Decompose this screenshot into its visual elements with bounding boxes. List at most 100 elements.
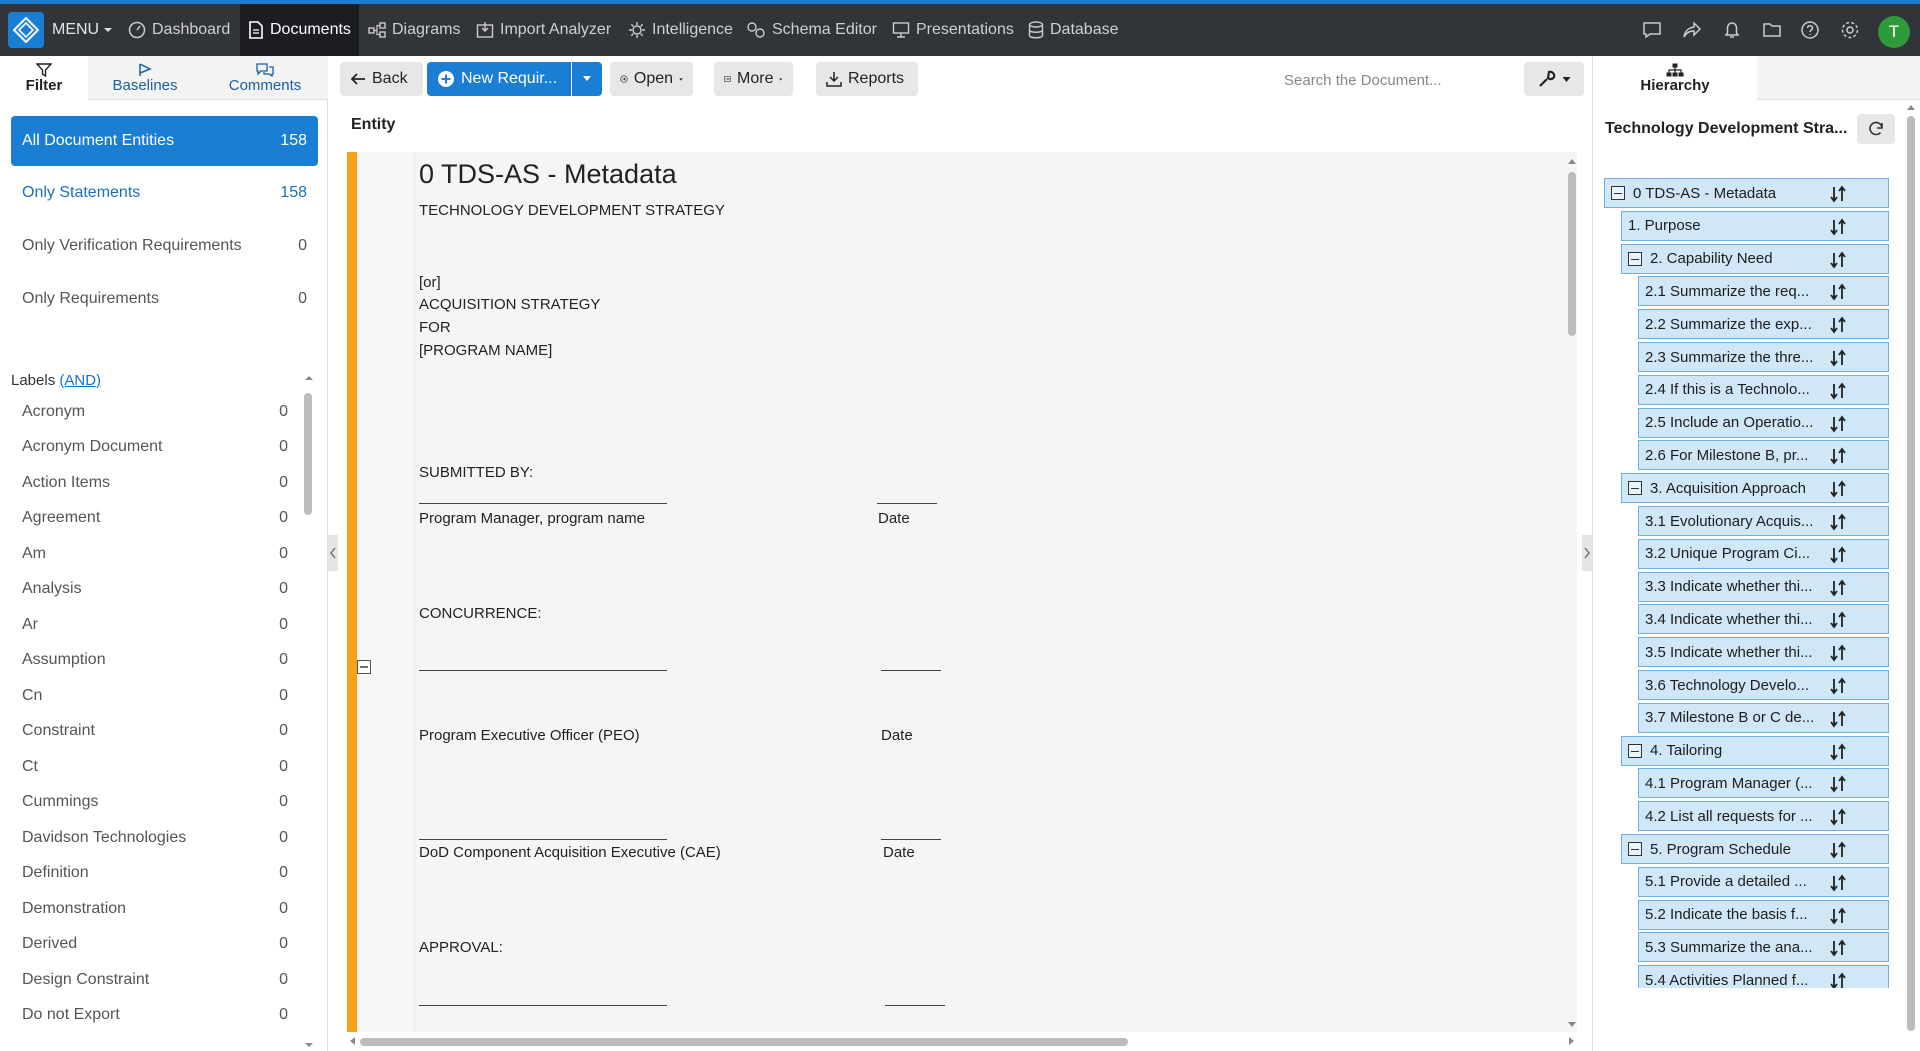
new-requirement-dropdown[interactable] xyxy=(572,62,602,96)
reorder-arrows-icon[interactable] xyxy=(1829,710,1847,728)
refresh-hierarchy-button[interactable] xyxy=(1857,114,1895,144)
label-filter-item[interactable]: Acronym 0 xyxy=(11,394,299,430)
hierarchy-node[interactable]: 2.2 Summarize the exp... xyxy=(1638,309,1889,340)
label-filter-item[interactable]: Acronym Document 0 xyxy=(11,430,299,466)
reorder-arrows-icon[interactable] xyxy=(1829,316,1847,334)
reorder-arrows-icon[interactable] xyxy=(1829,447,1847,465)
chat-icon[interactable] xyxy=(1642,20,1662,40)
reorder-arrows-icon[interactable] xyxy=(1829,972,1847,988)
filter-only-requirements[interactable]: Only Requirements 0 xyxy=(11,279,318,319)
reorder-arrows-icon[interactable] xyxy=(1829,415,1847,433)
nav-diagrams[interactable]: Diagrams xyxy=(360,4,468,56)
hierarchy-node[interactable]: 3.2 Unique Program Ci... xyxy=(1638,538,1889,569)
label-filter-item[interactable]: Definition 0 xyxy=(11,856,299,892)
collapse-entity-toggle[interactable] xyxy=(357,660,371,674)
hierarchy-node[interactable]: 2.5 Include an Operatio... xyxy=(1638,407,1889,438)
reorder-arrows-icon[interactable] xyxy=(1829,743,1847,761)
reorder-arrows-icon[interactable] xyxy=(1829,644,1847,662)
label-filter-item[interactable]: Derived 0 xyxy=(11,927,299,963)
nav-import-analyzer[interactable]: Import Analyzer xyxy=(468,4,619,56)
hierarchy-node[interactable]: 3. Acquisition Approach xyxy=(1621,473,1889,504)
folder-icon[interactable] xyxy=(1762,20,1782,40)
label-filter-item[interactable]: Action Items 0 xyxy=(11,465,299,501)
collapse-node-toggle[interactable] xyxy=(1628,743,1642,758)
open-button[interactable]: Open xyxy=(610,62,693,96)
hierarchy-node[interactable]: 2.4 If this is a Technolo... xyxy=(1638,374,1889,405)
hierarchy-node[interactable]: 3.6 Technology Develo... xyxy=(1638,670,1889,700)
label-filter-item[interactable]: Cn 0 xyxy=(11,678,299,714)
hierarchy-node[interactable]: 5.2 Indicate the basis f... xyxy=(1638,899,1889,930)
labels-scroll-thumb[interactable] xyxy=(304,393,312,515)
filter-only-statements[interactable]: Only Statements 158 xyxy=(11,173,318,213)
reorder-arrows-icon[interactable] xyxy=(1829,841,1847,859)
reorder-arrows-icon[interactable] xyxy=(1829,283,1847,301)
hierarchy-node[interactable]: 3.3 Indicate whether thi... xyxy=(1638,571,1889,602)
label-filter-item[interactable]: Agreement 0 xyxy=(11,501,299,537)
tab-filter[interactable]: Filter xyxy=(0,56,88,100)
reorder-arrows-icon[interactable] xyxy=(1829,775,1847,793)
filter-only-verification-requirements[interactable]: Only Verification Requirements 0 xyxy=(11,226,318,266)
label-filter-item[interactable]: Assumption 0 xyxy=(11,643,299,679)
label-filter-item[interactable]: Ct 0 xyxy=(11,749,299,785)
reorder-arrows-icon[interactable] xyxy=(1829,513,1847,531)
share-icon[interactable] xyxy=(1682,20,1702,40)
hierarchy-node[interactable]: 2.1 Summarize the req... xyxy=(1638,276,1889,307)
document-horizontal-scroll-thumb[interactable] xyxy=(360,1038,1128,1046)
bell-icon[interactable] xyxy=(1722,20,1742,40)
entity-title[interactable]: 0 TDS-AS - Metadata xyxy=(419,159,677,190)
label-filter-item[interactable]: Constraint 0 xyxy=(11,714,299,750)
collapse-right-panel-handle[interactable] xyxy=(1582,535,1592,571)
reorder-arrows-icon[interactable] xyxy=(1829,677,1847,695)
back-button[interactable]: Back xyxy=(340,62,423,96)
nav-schema-editor[interactable]: Schema Editor xyxy=(738,4,885,56)
new-requirement-button[interactable]: New Requir... xyxy=(427,62,571,96)
nav-dashboard[interactable]: Dashboard xyxy=(120,4,238,56)
hierarchy-node[interactable]: 4. Tailoring xyxy=(1621,735,1889,766)
hierarchy-node[interactable]: 4.2 List all requests for ... xyxy=(1638,801,1889,832)
filter-all-document-entities[interactable]: All Document Entities 158 xyxy=(11,116,318,166)
label-filter-item[interactable]: Cummings 0 xyxy=(11,785,299,821)
labels-mode-toggle[interactable]: (AND) xyxy=(59,372,101,389)
reorder-arrows-icon[interactable] xyxy=(1829,907,1847,925)
label-filter-item[interactable]: Analysis 0 xyxy=(11,572,299,608)
hierarchy-node[interactable]: 2. Capability Need xyxy=(1621,243,1889,274)
reorder-arrows-icon[interactable] xyxy=(1829,546,1847,564)
label-filter-item[interactable]: Design Constraint 0 xyxy=(11,962,299,998)
reorder-arrows-icon[interactable] xyxy=(1829,480,1847,498)
app-logo[interactable] xyxy=(8,12,44,48)
tab-comments[interactable]: Comments xyxy=(210,56,320,100)
reorder-arrows-icon[interactable] xyxy=(1829,939,1847,957)
nav-documents[interactable]: Documents xyxy=(240,4,359,56)
help-icon[interactable] xyxy=(1800,20,1820,40)
hierarchy-node[interactable]: 3.5 Indicate whether thi... xyxy=(1638,637,1889,668)
hierarchy-scroll-thumb[interactable] xyxy=(1907,116,1915,1031)
label-filter-item[interactable]: Demonstration 0 xyxy=(11,891,299,927)
collapse-node-toggle[interactable] xyxy=(1628,842,1642,856)
label-filter-item[interactable]: Am 0 xyxy=(11,536,299,572)
document-vertical-scroll-thumb[interactable] xyxy=(1568,172,1576,336)
reorder-arrows-icon[interactable] xyxy=(1829,874,1847,892)
hierarchy-node[interactable]: 5.1 Provide a detailed ... xyxy=(1638,866,1889,897)
tools-button[interactable] xyxy=(1524,62,1584,96)
tab-baselines[interactable]: Baselines xyxy=(88,56,202,100)
hierarchy-node[interactable]: 2.3 Summarize the thre... xyxy=(1638,342,1889,372)
hierarchy-node[interactable]: 5.4 Activities Planned f... xyxy=(1638,965,1889,988)
collapse-node-toggle[interactable] xyxy=(1628,251,1642,266)
hierarchy-node[interactable]: 3.4 Indicate whether thi... xyxy=(1638,604,1889,635)
nav-database[interactable]: Database xyxy=(1020,4,1127,56)
reorder-arrows-icon[interactable] xyxy=(1829,218,1847,236)
user-avatar[interactable]: T xyxy=(1878,16,1910,48)
tab-hierarchy[interactable]: Hierarchy xyxy=(1593,56,1757,100)
more-button[interactable]: More xyxy=(714,62,793,96)
label-filter-item[interactable]: Do not Export 0 xyxy=(11,998,299,1034)
collapse-left-panel-handle[interactable] xyxy=(328,535,338,571)
label-filter-item[interactable]: Ar 0 xyxy=(11,607,299,643)
hierarchy-node[interactable]: 1. Purpose xyxy=(1621,210,1889,241)
reorder-arrows-icon[interactable] xyxy=(1829,251,1847,269)
nav-presentations[interactable]: Presentations xyxy=(884,4,1022,56)
hierarchy-node[interactable]: 5. Program Schedule xyxy=(1621,834,1889,864)
hierarchy-node[interactable]: 3.7 Milestone B or C de... xyxy=(1638,702,1889,733)
label-filter-item[interactable]: Davidson Technologies 0 xyxy=(11,820,299,856)
collapse-node-toggle[interactable] xyxy=(1628,481,1642,496)
reorder-arrows-icon[interactable] xyxy=(1829,382,1847,400)
